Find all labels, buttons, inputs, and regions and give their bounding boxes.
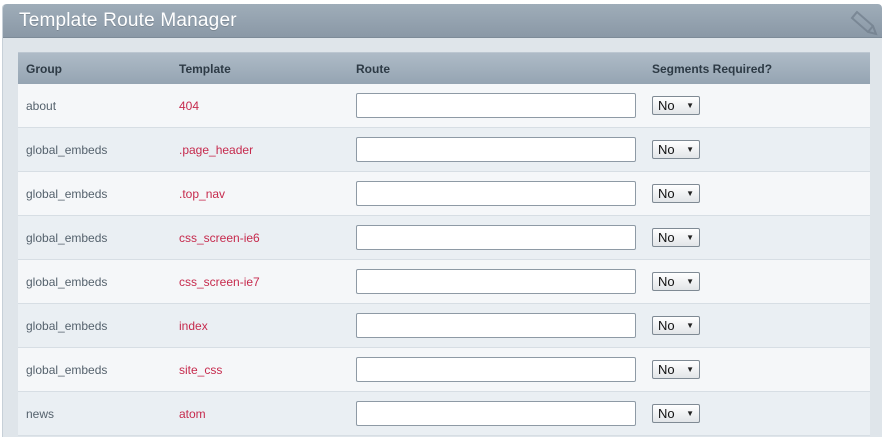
- template-link[interactable]: site_css: [179, 363, 222, 377]
- table-row: news atom No ▼: [18, 392, 870, 436]
- group-cell: global_embeds: [26, 274, 108, 289]
- group-cell: about: [26, 98, 57, 113]
- template-link[interactable]: css_screen-ie7: [179, 275, 260, 289]
- route-input[interactable]: [356, 181, 636, 206]
- table-row: global_embeds css_screen-ie7 No ▼: [18, 260, 870, 304]
- segments-required-select[interactable]: No ▼: [652, 228, 700, 247]
- route-input[interactable]: [356, 357, 636, 382]
- segments-required-select[interactable]: No ▼: [652, 140, 700, 159]
- group-cell: global_embeds: [26, 186, 108, 201]
- segments-required-value: No: [658, 406, 675, 421]
- chevron-down-icon: ▼: [686, 365, 694, 374]
- segments-required-value: No: [658, 318, 675, 333]
- template-link[interactable]: atom: [179, 407, 206, 421]
- segments-required-value: No: [658, 98, 675, 113]
- route-input[interactable]: [356, 401, 636, 426]
- table-row: global_embeds css_screen-ie6 No ▼: [18, 216, 870, 260]
- chevron-down-icon: ▼: [686, 321, 694, 330]
- column-header-group: Group: [26, 61, 62, 76]
- template-link[interactable]: 404: [179, 99, 199, 113]
- chevron-down-icon: ▼: [686, 233, 694, 242]
- segments-required-value: No: [658, 186, 675, 201]
- chevron-down-icon: ▼: [686, 189, 694, 198]
- group-cell: global_embeds: [26, 142, 108, 157]
- column-header-route: Route: [356, 61, 390, 76]
- route-input[interactable]: [356, 225, 636, 250]
- table-row: global_embeds site_css No ▼: [18, 348, 870, 392]
- group-cell: global_embeds: [26, 230, 108, 245]
- segments-required-select[interactable]: No ▼: [652, 184, 700, 203]
- group-cell: global_embeds: [26, 318, 108, 333]
- route-input[interactable]: [356, 137, 636, 162]
- segments-required-value: No: [658, 142, 675, 157]
- segments-required-select[interactable]: No ▼: [652, 404, 700, 423]
- segments-required-select[interactable]: No ▼: [652, 316, 700, 335]
- segments-required-value: No: [658, 274, 675, 289]
- segments-required-value: No: [658, 230, 675, 245]
- chevron-down-icon: ▼: [686, 101, 694, 110]
- pencil-icon: [850, 10, 878, 36]
- route-input[interactable]: [356, 269, 636, 294]
- route-input[interactable]: [356, 313, 636, 338]
- chevron-down-icon: ▼: [686, 145, 694, 154]
- routes-table: Group Template Route Segments Required? …: [18, 52, 870, 436]
- table-row: global_embeds .page_header No ▼: [18, 128, 870, 172]
- panel-titlebar: Template Route Manager: [3, 4, 882, 38]
- column-header-segments-required: Segments Required?: [652, 61, 773, 76]
- template-link[interactable]: .page_header: [179, 143, 253, 157]
- column-header-template: Template: [179, 61, 231, 76]
- group-cell: news: [26, 406, 55, 421]
- segments-required-select[interactable]: No ▼: [652, 272, 700, 291]
- segments-required-select[interactable]: No ▼: [652, 360, 700, 379]
- page-title: Template Route Manager: [19, 10, 237, 31]
- table-row: global_embeds index No ▼: [18, 304, 870, 348]
- table-header: Group Template Route Segments Required?: [18, 52, 870, 84]
- chevron-down-icon: ▼: [686, 277, 694, 286]
- segments-required-value: No: [658, 362, 675, 377]
- chevron-down-icon: ▼: [686, 409, 694, 418]
- segments-required-select[interactable]: No ▼: [652, 96, 700, 115]
- template-link[interactable]: index: [179, 319, 208, 333]
- template-route-manager-panel: Template Route Manager Group Template Ro…: [2, 4, 882, 437]
- route-input[interactable]: [356, 93, 636, 118]
- group-cell: global_embeds: [26, 362, 108, 377]
- template-link[interactable]: .top_nav: [179, 187, 225, 201]
- template-link[interactable]: css_screen-ie6: [179, 231, 260, 245]
- table-row: global_embeds .top_nav No ▼: [18, 172, 870, 216]
- table-row: about 404 No ▼: [18, 84, 870, 128]
